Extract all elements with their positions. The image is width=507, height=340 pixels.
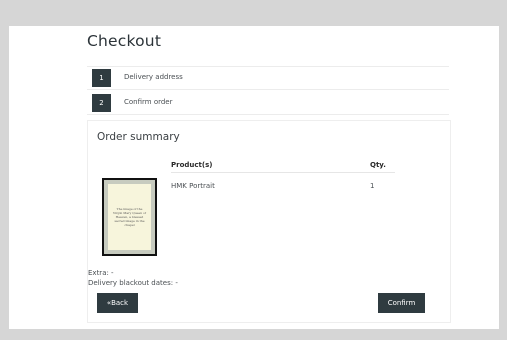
checkout-page: Checkout 1 Delivery address 2 Confirm or… bbox=[9, 26, 499, 329]
column-header-qty: Qty. bbox=[370, 161, 386, 169]
thumbnail-paper: The image of the Virgin Mary Queen of He… bbox=[108, 184, 151, 250]
back-button[interactable]: «Back bbox=[97, 293, 138, 313]
order-summary-title: Order summary bbox=[97, 131, 180, 143]
product-thumbnail: The image of the Virgin Mary Queen of He… bbox=[102, 178, 157, 256]
step-delivery-address[interactable]: 1 Delivery address bbox=[87, 66, 449, 90]
product-name: HMK Portrait bbox=[171, 182, 215, 190]
step-label: Delivery address bbox=[124, 73, 183, 81]
step-number: 1 bbox=[92, 69, 111, 87]
step-number: 2 bbox=[92, 94, 111, 112]
delivery-blackout-dates: Delivery blackout dates: - bbox=[88, 279, 178, 287]
confirm-button[interactable]: Confirm bbox=[378, 293, 425, 313]
column-header-product: Product(s) bbox=[171, 161, 213, 169]
extra-info: Extra: - bbox=[88, 269, 114, 277]
order-summary-panel: Order summary Product(s) Qty. The image … bbox=[87, 120, 451, 323]
table-header-divider bbox=[171, 172, 395, 173]
step-confirm-order[interactable]: 2 Confirm order bbox=[87, 92, 449, 115]
product-qty: 1 bbox=[370, 182, 375, 190]
thumbnail-text: The image of the Virgin Mary Queen of He… bbox=[113, 207, 146, 227]
step-label: Confirm order bbox=[124, 98, 173, 106]
page-title: Checkout bbox=[87, 32, 162, 50]
